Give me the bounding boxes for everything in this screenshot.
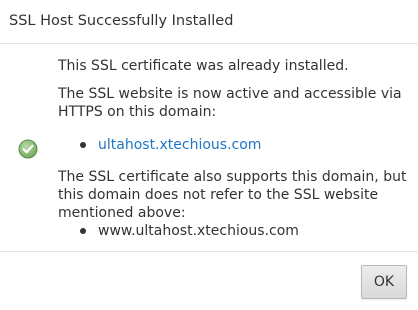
dialog-footer: OK — [0, 251, 418, 310]
message-content: This SSL certificate was already install… — [58, 57, 408, 240]
dialog-header: SSL Host Successfully Installed — [0, 0, 418, 44]
secondary-domain-list: www.ultahost.xtechious.com — [58, 222, 408, 240]
primary-domain-list: ultahost.xtechious.com — [58, 136, 408, 154]
check-circle-icon — [18, 139, 38, 159]
list-item: www.ultahost.xtechious.com — [80, 222, 408, 240]
list-item: ultahost.xtechious.com — [80, 136, 408, 154]
already-installed-text: This SSL certificate was already install… — [58, 58, 349, 74]
dialog-title: SSL Host Successfully Installed — [9, 13, 234, 29]
also-supports-text: The SSL certificate also supports this d… — [58, 169, 407, 221]
ssl-installed-dialog: SSL Host Successfully Installed This SSL… — [0, 0, 418, 310]
active-https-text: The SSL website is now active and access… — [58, 86, 402, 120]
primary-domain-link[interactable]: ultahost.xtechious.com — [98, 137, 261, 153]
dialog-body: This SSL certificate was already install… — [0, 45, 418, 251]
ok-button[interactable]: OK — [361, 265, 407, 299]
secondary-domain-text: www.ultahost.xtechious.com — [98, 223, 299, 239]
